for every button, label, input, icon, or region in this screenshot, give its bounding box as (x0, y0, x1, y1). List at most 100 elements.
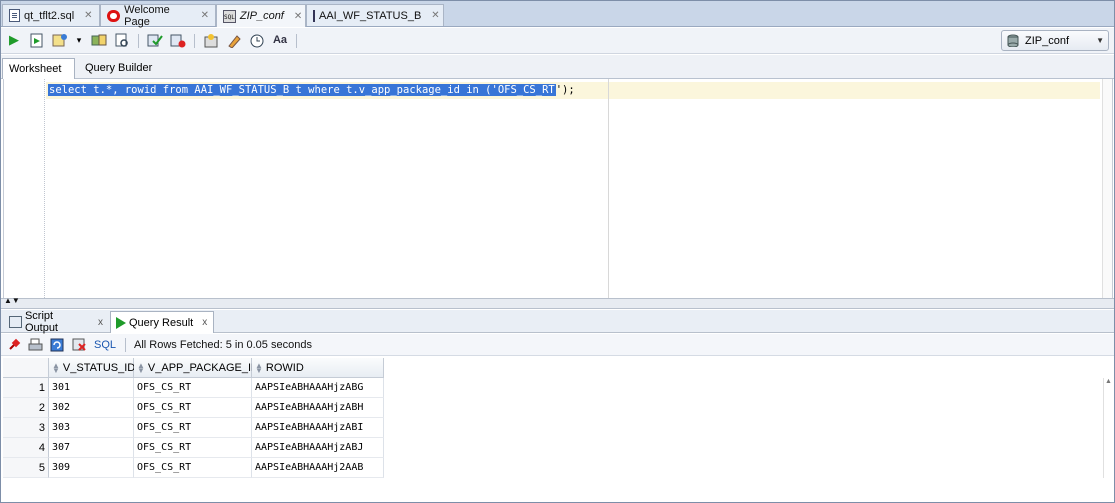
table-row[interactable]: 5 309 OFS_CS_RT AAPSIeABHAAAHj2AAB (3, 458, 384, 478)
clear-icon[interactable] (225, 31, 243, 49)
refresh-icon[interactable] (49, 337, 66, 353)
cell-v-status-id[interactable]: 303 (49, 418, 134, 438)
column-header-v-app-package-id[interactable]: ▲ ▼ V_APP_PACKAGE_ID (134, 358, 259, 378)
close-icon[interactable]: ✕ (294, 11, 302, 22)
sql-text-tail: '); (555, 84, 575, 96)
close-icon[interactable]: x (202, 317, 207, 328)
cell-v-app-package-id[interactable]: OFS_CS_RT (134, 438, 252, 458)
grid-scrollbar[interactable]: ▲ (1103, 378, 1113, 478)
selected-sql-text: select t.*, rowid from AAI_WF_STATUS_B t… (48, 84, 556, 96)
tab-label: Query Result (129, 316, 194, 329)
sort-icon: ▲ ▼ (52, 360, 60, 375)
table-row[interactable]: 4 307 OFS_CS_RT AAPSIeABHAAAHjzABJ (3, 438, 384, 458)
sql-link[interactable]: SQL (94, 339, 116, 351)
sql-editor[interactable]: select t.*, rowid from AAI_WF_STATUS_B t… (3, 79, 1113, 298)
rollback-icon[interactable] (169, 31, 187, 49)
chevron-down-icon: ▼ (1096, 36, 1104, 45)
splitter-arrows-icon[interactable]: ▲▼ (4, 297, 20, 305)
tab-query-builder[interactable]: Query Builder (79, 58, 169, 79)
oracle-icon (107, 9, 121, 22)
sql-tuning-icon[interactable] (113, 31, 131, 49)
script-output-icon (9, 316, 22, 328)
cell-rowid[interactable]: AAPSIeABHAAAHjzABI (252, 418, 384, 438)
tab-script-output[interactable]: Script Output x (4, 310, 108, 334)
grid-header: ▲ ▼ V_STATUS_ID ▲ ▼ V_APP_PACKAGE_ID ▲ ▼ RO… (3, 358, 384, 378)
connection-select[interactable]: ZIP_conf ▼ (1001, 30, 1109, 51)
toolbar-separator (296, 34, 297, 48)
cell-v-app-package-id[interactable]: OFS_CS_RT (134, 458, 252, 478)
cell-v-app-package-id[interactable]: OFS_CS_RT (134, 418, 252, 438)
row-number: 5 (3, 458, 49, 478)
cell-v-status-id[interactable]: 301 (49, 378, 134, 398)
run-statement-icon[interactable]: ▶ (5, 31, 23, 49)
tab-label: Welcome Page (124, 3, 170, 28)
unshared-sql-icon[interactable] (202, 31, 220, 49)
cancel-fetch-icon[interactable] (71, 337, 88, 353)
tab-label: ZIP_conf (239, 10, 284, 22)
database-icon (1007, 34, 1019, 47)
pane-splitter[interactable]: ▲▼ (0, 297, 1115, 309)
column-header-label: V_STATUS_ID (62, 361, 136, 374)
fetch-status: All Rows Fetched: 5 in 0.05 seconds (134, 338, 312, 351)
editor-scrollbar[interactable] (1102, 79, 1112, 298)
tab-query-result[interactable]: Query Result x (110, 311, 214, 333)
column-header-label: ROWID (265, 361, 304, 374)
autotrace-icon[interactable] (51, 31, 69, 49)
sort-icon: ▲ ▼ (137, 360, 145, 375)
cell-v-app-package-id[interactable]: OFS_CS_RT (134, 398, 252, 418)
tab-label: Script Output (24, 310, 58, 334)
worksheet-toolbar: ▶ ▾ Aa ZIP_conf ▼ (0, 28, 1115, 54)
cell-v-app-package-id[interactable]: OFS_CS_RT (134, 378, 252, 398)
tab-label: qt_tflt2.sql (24, 9, 75, 22)
row-number-header (3, 358, 49, 378)
sql-history-icon[interactable] (248, 31, 266, 49)
worksheet-tab-bar: Worksheet Query Builder (0, 55, 1115, 79)
close-icon[interactable]: ✕ (201, 10, 209, 21)
sql-file-icon (9, 9, 20, 22)
commit-icon[interactable] (146, 31, 164, 49)
dropdown-icon[interactable]: ▾ (70, 31, 88, 49)
cell-v-status-id[interactable]: 309 (49, 458, 134, 478)
toolbar-separator (194, 34, 195, 48)
table-row[interactable]: 2 302 OFS_CS_RT AAPSIeABHAAAHjzABH (3, 398, 384, 418)
row-number: 2 (3, 398, 49, 418)
row-number: 4 (3, 438, 49, 458)
sql-worksheet-icon: SQL (223, 9, 236, 23)
tab-qt-tflt2[interactable]: qt_tflt2.sql ✕ (2, 4, 100, 26)
cell-rowid[interactable]: AAPSIeABHAAAHj2AAB (252, 458, 384, 478)
connection-name: ZIP_conf (1025, 34, 1070, 47)
cell-v-status-id[interactable]: 302 (49, 398, 134, 418)
cell-rowid[interactable]: AAPSIeABHAAAHjzABH (252, 398, 384, 418)
right-margin-guide (608, 79, 609, 298)
tab-zip-conf[interactable]: SQL ZIP_conf ✕ (216, 4, 306, 27)
column-header-rowid[interactable]: ▲ ▼ ROWID (252, 358, 384, 378)
close-icon[interactable]: ✕ (84, 10, 92, 21)
query-result-icon (116, 316, 126, 329)
table-row[interactable]: 3 303 OFS_CS_RT AAPSIeABHAAAHjzABI (3, 418, 384, 438)
results-toolbar: SQL All Rows Fetched: 5 in 0.05 seconds (0, 334, 1115, 356)
pin-icon[interactable] (5, 337, 22, 353)
cell-rowid[interactable]: AAPSIeABHAAAHjzABJ (252, 438, 384, 458)
print-icon[interactable] (27, 337, 44, 353)
tab-welcome-page[interactable]: Welcome Page ✕ (100, 3, 216, 28)
close-icon[interactable]: ✕ (431, 10, 439, 21)
cell-v-status-id[interactable]: 307 (49, 438, 134, 458)
toolbar-separator (125, 337, 127, 352)
run-script-icon[interactable] (28, 31, 46, 49)
results-grid: ▲ ▼ V_STATUS_ID ▲ ▼ V_APP_PACKAGE_ID ▲ ▼ RO… (3, 358, 1113, 500)
row-number: 3 (3, 418, 49, 438)
format-icon[interactable]: Aa (271, 31, 289, 49)
tab-worksheet[interactable]: Worksheet (2, 58, 75, 79)
table-row[interactable]: 1 301 OFS_CS_RT AAPSIeABHAAAHjzABG (3, 378, 384, 398)
tab-aai-wf-status-b[interactable]: AAI_WF_STATUS_B ✕ (306, 4, 444, 26)
line-gutter (4, 79, 45, 298)
explain-plan-icon[interactable] (90, 31, 108, 49)
close-icon[interactable]: x (98, 317, 103, 328)
cell-rowid[interactable]: AAPSIeABHAAAHjzABG (252, 378, 384, 398)
scroll-up-icon[interactable]: ▲ (1105, 378, 1112, 385)
column-header-v-status-id[interactable]: ▲ ▼ V_STATUS_ID (49, 358, 136, 378)
document-tab-bar: qt_tflt2.sql ✕ Welcome Page ✕ SQL ZIP_co… (0, 0, 1115, 28)
column-header-label: V_APP_PACKAGE_ID (147, 361, 259, 374)
sql-statement[interactable]: select t.*, rowid from AAI_WF_STATUS_B t… (48, 83, 575, 98)
row-number: 1 (3, 378, 49, 398)
